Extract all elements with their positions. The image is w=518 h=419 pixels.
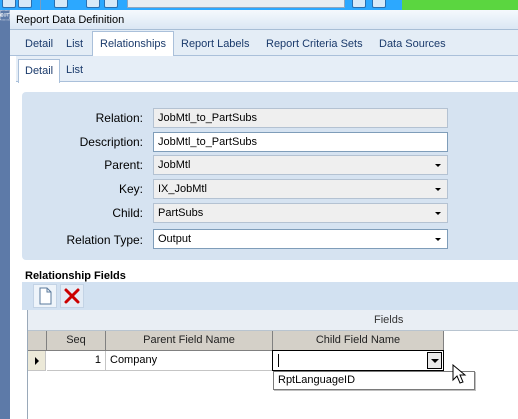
main-tab-strip: Detail List Relationships Report Labels … bbox=[10, 30, 518, 57]
toolbar-button[interactable] bbox=[104, 0, 118, 8]
new-document-icon bbox=[39, 287, 52, 305]
seq-cell[interactable]: 1 bbox=[47, 351, 106, 371]
tab-detail[interactable]: Detail bbox=[18, 32, 60, 56]
child-label: Child: bbox=[112, 206, 143, 220]
key-value: IX_JobMtl bbox=[158, 183, 207, 195]
chevron-down-icon[interactable] bbox=[432, 182, 445, 196]
relation-type-label: Relation Type: bbox=[66, 233, 144, 247]
relation-type-value: Output bbox=[158, 233, 192, 245]
toolbar-button[interactable] bbox=[372, 0, 386, 8]
new-button[interactable] bbox=[33, 284, 57, 308]
relation-field: JobMtl_to_PartSubs bbox=[153, 108, 448, 128]
chevron-down-icon[interactable] bbox=[432, 232, 445, 246]
toolbar-button[interactable] bbox=[18, 0, 32, 8]
chevron-down-icon[interactable] bbox=[432, 158, 445, 172]
description-field[interactable]: JobMtl_to_PartSubs bbox=[153, 132, 448, 152]
column-header-seq[interactable]: Seq bbox=[47, 331, 106, 351]
child-select[interactable]: PartSubs bbox=[153, 203, 448, 223]
text-caret bbox=[278, 354, 279, 367]
row-pointer-icon[interactable] bbox=[28, 351, 46, 371]
tab-report-labels[interactable]: Report Labels bbox=[174, 32, 257, 56]
top-toolbar bbox=[0, 0, 518, 10]
chevron-down-icon[interactable] bbox=[432, 206, 445, 220]
relationship-form: Relation: JobMtl_to_PartSubs Description… bbox=[22, 92, 518, 260]
column-header-child-field[interactable]: Child Field Name bbox=[273, 331, 444, 351]
key-label: Key: bbox=[118, 182, 143, 196]
grid-header-row: Seq Parent Field Name Child Field Name bbox=[28, 331, 518, 351]
tab-report-criteria-sets[interactable]: Report Criteria Sets bbox=[259, 32, 370, 56]
grid-header-blank bbox=[444, 331, 518, 351]
row-selector-header bbox=[28, 331, 47, 351]
grid-group-header: Fields bbox=[28, 310, 518, 331]
toolbar-button[interactable] bbox=[352, 0, 366, 8]
toolbar-separator bbox=[40, 0, 41, 10]
parent-label: Parent: bbox=[104, 158, 143, 172]
subtab-detail[interactable]: Detail bbox=[18, 59, 61, 83]
fields-group-label: Fields bbox=[374, 314, 404, 326]
toolbar-combo[interactable] bbox=[127, 0, 345, 8]
sub-tab-strip: Detail List bbox=[16, 56, 518, 83]
pin-icon[interactable]:  bbox=[0, 12, 10, 22]
parent-value: JobMtl bbox=[158, 159, 191, 171]
description-label: Description: bbox=[79, 135, 143, 149]
mouse-pointer-icon bbox=[452, 364, 467, 384]
key-select[interactable]: IX_JobMtl bbox=[153, 179, 448, 199]
tab-list[interactable]: List bbox=[59, 32, 90, 56]
subtab-list[interactable]: List bbox=[60, 59, 89, 82]
toolbar-button[interactable] bbox=[86, 0, 100, 8]
left-frame:  bbox=[0, 10, 10, 419]
chevron-down-icon[interactable] bbox=[427, 352, 442, 369]
column-header-parent-field[interactable]: Parent Field Name bbox=[106, 331, 273, 351]
panel-title: Report Data Definition bbox=[10, 10, 518, 30]
delete-button[interactable] bbox=[60, 284, 84, 308]
child-field-dropdown[interactable]: RptLanguageID bbox=[273, 371, 475, 390]
tab-relationships[interactable]: Relationships bbox=[92, 31, 175, 57]
toolbar-button[interactable] bbox=[54, 0, 68, 8]
child-value: PartSubs bbox=[158, 207, 204, 219]
relation-type-select[interactable]: Output bbox=[153, 229, 448, 249]
relationship-fields-toolbar bbox=[22, 282, 518, 310]
parent-select[interactable]: JobMtl bbox=[153, 155, 448, 175]
dropdown-option[interactable]: RptLanguageID bbox=[278, 372, 355, 389]
delete-x-icon bbox=[64, 288, 80, 304]
toolbar-status-strip bbox=[402, 0, 518, 10]
child-field-editor[interactable] bbox=[272, 350, 444, 371]
relation-label: Relation: bbox=[95, 111, 143, 125]
toolbar-button[interactable] bbox=[2, 0, 16, 8]
tab-data-sources[interactable]: Data Sources bbox=[372, 32, 453, 56]
parent-field-cell[interactable]: Company bbox=[106, 351, 273, 371]
